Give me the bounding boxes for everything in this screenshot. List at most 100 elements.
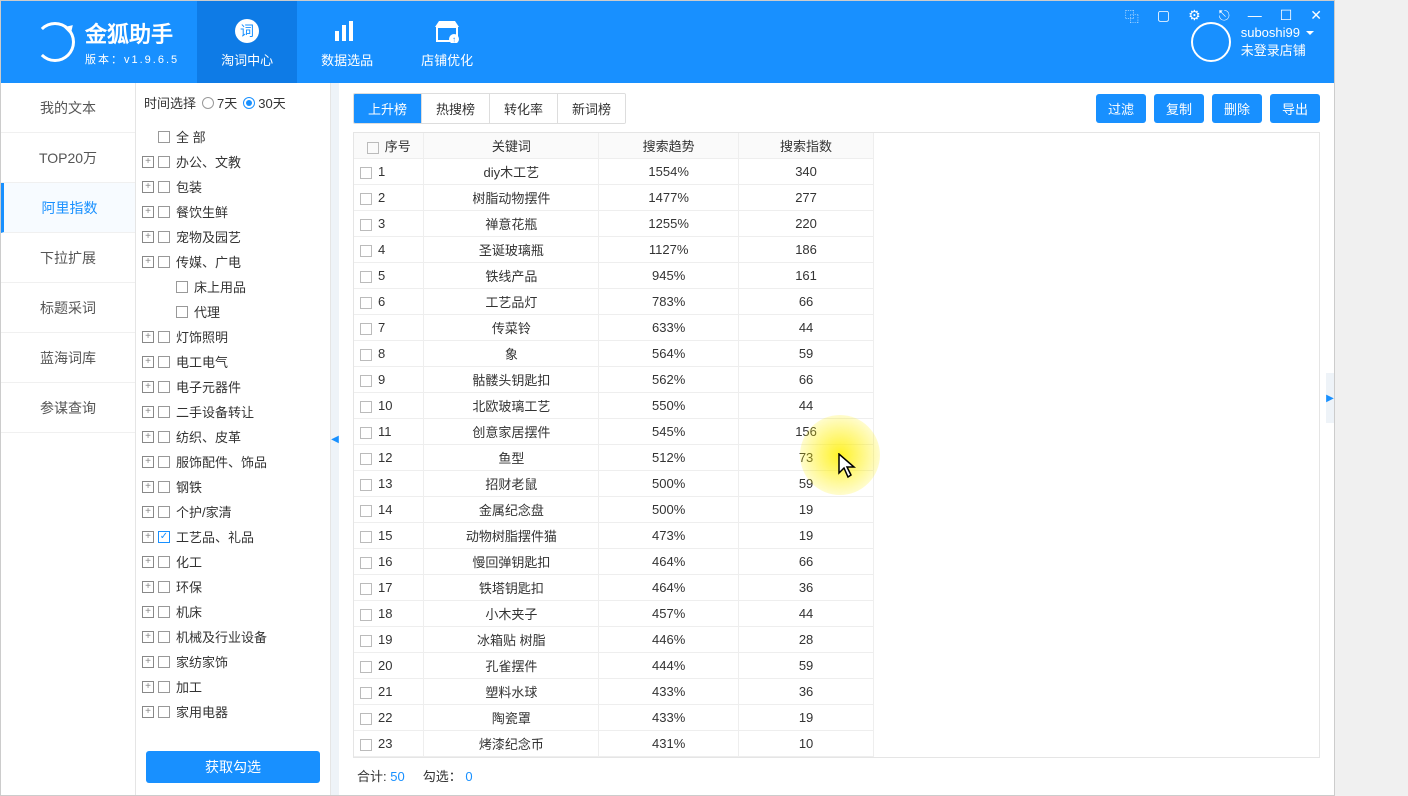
checkbox[interactable]: [158, 681, 170, 693]
expand-icon[interactable]: +: [142, 381, 154, 393]
tree-node[interactable]: +办公、文教: [142, 149, 324, 174]
checkbox[interactable]: [158, 156, 170, 168]
checkbox[interactable]: [158, 331, 170, 343]
expand-icon[interactable]: +: [142, 506, 154, 518]
tab-new[interactable]: 新词榜: [558, 94, 625, 123]
expand-icon[interactable]: +: [142, 256, 154, 268]
row-checkbox[interactable]: [360, 635, 372, 647]
maximize-icon[interactable]: ☐: [1276, 7, 1297, 27]
expand-icon[interactable]: +: [142, 156, 154, 168]
checkbox[interactable]: [158, 256, 170, 268]
row-checkbox[interactable]: [360, 297, 372, 309]
expand-icon[interactable]: +: [142, 406, 154, 418]
checkbox[interactable]: [158, 181, 170, 193]
tab-rising[interactable]: 上升榜: [354, 94, 422, 123]
table-row[interactable]: 22陶瓷罩433%19: [354, 705, 874, 731]
table-row[interactable]: 14金属纪念盘500%19: [354, 497, 874, 523]
row-checkbox[interactable]: [360, 349, 372, 361]
checkbox[interactable]: [158, 631, 170, 643]
row-checkbox[interactable]: [360, 583, 372, 595]
table-row[interactable]: 17铁塔钥匙扣464%36: [354, 575, 874, 601]
table-row[interactable]: 13招财老鼠500%59: [354, 471, 874, 497]
row-checkbox[interactable]: [360, 427, 372, 439]
col-trend[interactable]: 搜索趋势: [599, 133, 739, 159]
expand-icon[interactable]: +: [142, 181, 154, 193]
tree-node[interactable]: +二手设备转让: [142, 399, 324, 424]
window-icon[interactable]: ▢: [1153, 7, 1174, 27]
sidebar-item-dropdown-ext[interactable]: 下拉扩展: [1, 233, 135, 283]
table-row[interactable]: 5铁线产品945%161: [354, 263, 874, 289]
tree-node[interactable]: +工艺品、礼品: [142, 524, 324, 549]
tree-node[interactable]: +家用电器: [142, 699, 324, 724]
sidebar-item-top20w[interactable]: TOP20万: [1, 133, 135, 183]
row-checkbox[interactable]: [360, 193, 372, 205]
splitter-right[interactable]: ▶: [1326, 373, 1334, 423]
row-checkbox[interactable]: [360, 505, 372, 517]
row-checkbox[interactable]: [360, 687, 372, 699]
row-checkbox[interactable]: [360, 531, 372, 543]
row-checkbox[interactable]: [360, 271, 372, 283]
sidebar-item-title-words[interactable]: 标题采词: [1, 283, 135, 333]
checkbox[interactable]: [158, 606, 170, 618]
expand-icon[interactable]: +: [142, 206, 154, 218]
expand-icon[interactable]: +: [142, 706, 154, 718]
checkbox[interactable]: [158, 406, 170, 418]
row-checkbox[interactable]: [360, 245, 372, 257]
keyword-table[interactable]: 序号 关键词 搜索趋势 搜索指数 1diy木工艺1554%3402树脂动物摆件1…: [353, 132, 1320, 758]
checkbox[interactable]: [158, 556, 170, 568]
row-checkbox[interactable]: [360, 479, 372, 491]
tree-node[interactable]: +个护/家清: [142, 499, 324, 524]
tree-node[interactable]: +宠物及园艺: [142, 224, 324, 249]
checkbox[interactable]: [158, 456, 170, 468]
checkbox[interactable]: [158, 581, 170, 593]
row-checkbox[interactable]: [360, 323, 372, 335]
row-checkbox[interactable]: [360, 661, 372, 673]
row-checkbox[interactable]: [360, 167, 372, 179]
table-row[interactable]: 9骷髅头钥匙扣562%66: [354, 367, 874, 393]
tree-node[interactable]: +环保: [142, 574, 324, 599]
minimize-icon[interactable]: —: [1244, 7, 1266, 27]
expand-icon[interactable]: +: [142, 631, 154, 643]
row-checkbox[interactable]: [360, 609, 372, 621]
expand-icon[interactable]: +: [142, 456, 154, 468]
tree-node[interactable]: +电子元器件: [142, 374, 324, 399]
tree-node[interactable]: +灯饰照明: [142, 324, 324, 349]
table-row[interactable]: 4圣诞玻璃瓶1127%186: [354, 237, 874, 263]
table-row[interactable]: 20孔雀摆件444%59: [354, 653, 874, 679]
row-checkbox[interactable]: [360, 557, 372, 569]
sidebar-item-blue-ocean[interactable]: 蓝海词库: [1, 333, 135, 383]
table-row[interactable]: 11创意家居摆件545%156: [354, 419, 874, 445]
row-checkbox[interactable]: [360, 401, 372, 413]
user-area[interactable]: suboshi99 未登录店铺: [1191, 22, 1314, 62]
radio-30day[interactable]: 30天: [243, 93, 285, 112]
copy-button[interactable]: 复制: [1154, 94, 1204, 123]
nav-data-select[interactable]: 数据选品: [297, 1, 397, 83]
expand-icon[interactable]: +: [142, 656, 154, 668]
checkbox[interactable]: [158, 431, 170, 443]
checkbox[interactable]: [158, 506, 170, 518]
checkbox[interactable]: [158, 531, 170, 543]
get-selected-button[interactable]: 获取勾选: [146, 751, 320, 783]
table-row[interactable]: 18小木夹子457%44: [354, 601, 874, 627]
expand-icon[interactable]: +: [142, 581, 154, 593]
radio-7day[interactable]: 7天: [202, 93, 237, 112]
tree-node[interactable]: 床上用品: [142, 274, 324, 299]
close-icon[interactable]: ✕: [1306, 7, 1326, 27]
expand-icon[interactable]: +: [142, 481, 154, 493]
table-row[interactable]: 19冰箱贴 树脂446%28: [354, 627, 874, 653]
tree-node[interactable]: +服饰配件、饰品: [142, 449, 324, 474]
table-row[interactable]: 8象564%59: [354, 341, 874, 367]
expand-icon[interactable]: +: [142, 331, 154, 343]
sidebar-item-ali-index[interactable]: 阿里指数: [1, 183, 135, 233]
expand-icon[interactable]: +: [142, 356, 154, 368]
table-row[interactable]: 1diy木工艺1554%340: [354, 159, 874, 185]
row-checkbox[interactable]: [360, 375, 372, 387]
col-search-index[interactable]: 搜索指数: [739, 133, 874, 159]
checkbox[interactable]: [176, 281, 188, 293]
table-row[interactable]: 3禅意花瓶1255%220: [354, 211, 874, 237]
expand-icon[interactable]: +: [142, 606, 154, 618]
table-row[interactable]: 12鱼型512%73: [354, 445, 874, 471]
tree-node[interactable]: +加工: [142, 674, 324, 699]
export-button[interactable]: 导出: [1270, 94, 1320, 123]
table-row[interactable]: 16慢回弹钥匙扣464%66: [354, 549, 874, 575]
